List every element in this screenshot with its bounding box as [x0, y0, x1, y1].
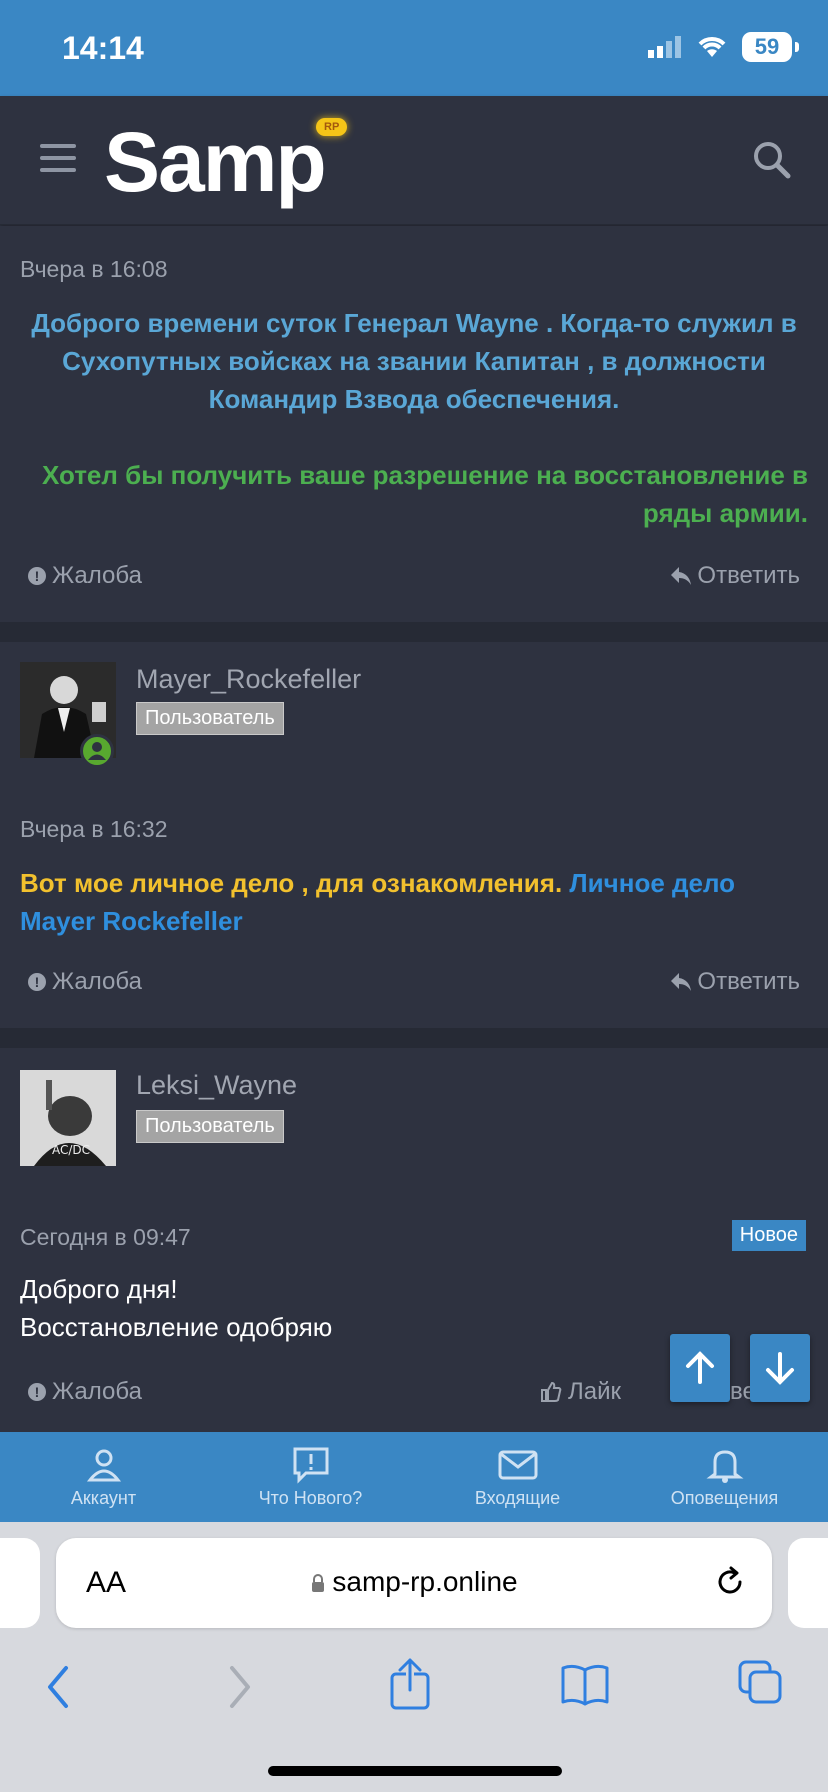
reply-label: Ответить [697, 968, 800, 995]
alert-icon: ! [28, 973, 46, 991]
report-label: Жалоба [52, 1378, 142, 1405]
back-icon[interactable] [40, 1662, 80, 1712]
search-icon[interactable] [748, 136, 796, 184]
post-date: Сегодня в 09:47 [20, 1224, 191, 1250]
reply-icon [671, 973, 692, 991]
report-button[interactable]: ! Жалоба [28, 1378, 142, 1406]
post-text-line: Хотел бы получить ваше разрешение на вос… [41, 460, 808, 490]
battery-indicator: 59 [742, 32, 799, 62]
tabs-icon[interactable] [736, 1658, 784, 1706]
nav-whats-new[interactable]: Что Нового? [207, 1432, 414, 1522]
username[interactable]: Leksi_Wayne [136, 1070, 297, 1101]
nav-alerts[interactable]: Оповещения [621, 1432, 828, 1522]
inbox-icon [498, 1450, 537, 1480]
scroll-down-button[interactable] [750, 1334, 810, 1402]
logo-badge: RP [316, 118, 348, 136]
post-text: Вот мое личное дело , для ознакомления. [20, 868, 563, 898]
signal-icon [648, 36, 681, 58]
report-button[interactable]: ! Жалоба [28, 562, 142, 590]
post-separator [0, 1028, 828, 1048]
forward-icon[interactable] [218, 1662, 258, 1712]
bell-icon [706, 1450, 743, 1483]
post-text-line: ряды армии. [642, 498, 808, 528]
post-text-line: Сухопутных войсках на звании Капитан , в… [62, 346, 766, 376]
like-button[interactable]: Лайк [540, 1378, 621, 1406]
post-text-line: Восстановление одобряю [20, 1312, 333, 1342]
thumbs-up-icon [541, 1381, 562, 1402]
url-display[interactable]: samp-rp.online [56, 1566, 772, 1598]
nav-label: Входящие [474, 1488, 561, 1508]
address-bar[interactable]: AA samp-rp.online [56, 1538, 772, 1628]
nav-inbox[interactable]: Входящие [414, 1432, 621, 1522]
url-text: samp-rp.online [332, 1566, 518, 1597]
nav-account[interactable]: Аккаунт [0, 1432, 207, 1522]
report-label: Жалоба [52, 968, 142, 995]
dossier-link-cont[interactable]: Mayer Rockefeller [20, 902, 243, 940]
nav-label: Оповещения [670, 1488, 779, 1508]
lock-icon [312, 1574, 325, 1592]
role-badge: Пользователь [136, 1110, 284, 1143]
bottom-nav: Аккаунт Что Нового? Входящие Оповещения [0, 1432, 828, 1522]
site-logo[interactable]: Samp [104, 114, 327, 211]
post-separator [0, 622, 828, 642]
post-text-line: Командир Взвода обеспечения. [208, 384, 620, 414]
nav-label: Что Нового? [258, 1488, 363, 1508]
report-button[interactable]: ! Жалоба [28, 968, 142, 996]
avatar[interactable]: AC/DC [20, 1070, 116, 1166]
account-icon [86, 1449, 121, 1482]
like-label: Лайк [568, 1378, 622, 1405]
status-bar: 14:14 59 [0, 0, 828, 96]
nav-label: Аккаунт [70, 1488, 137, 1508]
reply-button[interactable]: Ответить [671, 968, 800, 996]
browser-toolbar: AA samp-rp.online [0, 1522, 828, 1792]
arrow-up-icon [686, 1351, 714, 1384]
new-badge: Новое [731, 1220, 806, 1251]
next-tab-edge[interactable] [788, 1538, 828, 1628]
online-status-icon [80, 734, 114, 768]
share-icon[interactable] [388, 1656, 432, 1712]
menu-icon[interactable] [40, 144, 76, 172]
prev-tab-edge[interactable] [0, 1538, 40, 1628]
scroll-up-button[interactable] [670, 1334, 730, 1402]
reply-button[interactable]: Ответить [671, 562, 800, 590]
alert-icon: ! [28, 567, 46, 585]
role-badge: Пользователь [136, 702, 284, 735]
wifi-icon [698, 37, 726, 57]
home-indicator [268, 1766, 562, 1776]
reply-icon [671, 567, 692, 585]
dossier-link[interactable]: Личное дело [569, 868, 735, 898]
status-time: 14:14 [62, 30, 144, 66]
reload-icon[interactable] [712, 1564, 748, 1600]
whats-new-icon [293, 1447, 328, 1484]
alert-icon: ! [28, 1383, 46, 1401]
svg-text:AC/DC: AC/DC [52, 1143, 90, 1157]
post-text-line: Вот мое личное дело , для ознакомления. … [20, 864, 810, 902]
username[interactable]: Mayer_Rockefeller [136, 664, 361, 695]
report-label: Жалоба [52, 562, 142, 589]
arrow-down-icon [766, 1352, 794, 1385]
reply-label: Ответить [697, 562, 800, 589]
status-icons: 59 [648, 32, 799, 62]
post-date: Вчера в 16:32 [20, 816, 168, 842]
post-1: Вчера в 16:08 Доброго времени суток Гене… [0, 226, 828, 622]
post-2: Mayer_Rockefeller Пользователь Вчера в 1… [0, 642, 828, 1028]
post-text-line: Доброго времени суток Генерал Wayne . Ко… [31, 308, 797, 338]
browser-tools [0, 1652, 828, 1722]
post-date: Вчера в 16:08 [20, 256, 168, 282]
app-header: Samp RP [0, 96, 828, 225]
post-text-line: Доброго дня! [20, 1274, 178, 1304]
bookmarks-icon[interactable] [560, 1662, 610, 1706]
